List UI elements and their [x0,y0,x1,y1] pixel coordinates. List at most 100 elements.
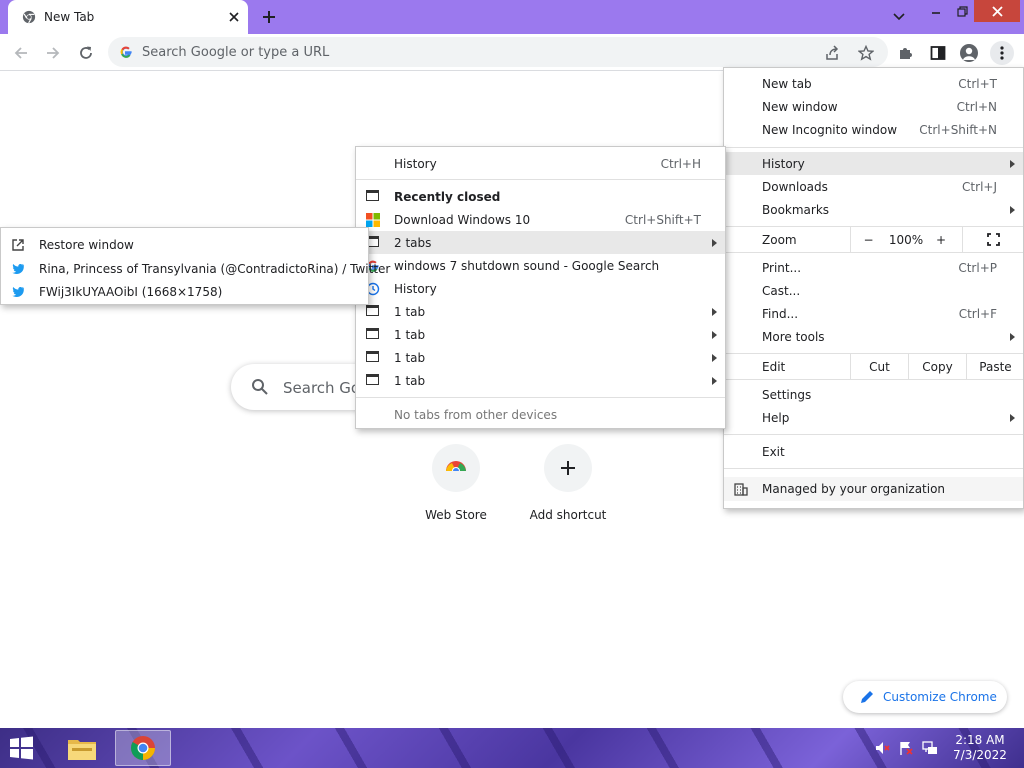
submenu-arrow-icon [712,239,717,247]
windows-taskbar: 2:18 AM 7/3/2022 [0,728,1024,768]
window-icon [366,190,380,204]
window-icon [366,328,380,342]
shortcut-add[interactable]: Add shortcut [512,442,624,534]
submenu-arrow-icon [1010,414,1015,422]
menu-item-history[interactable]: History [724,152,1023,175]
history-item-history-page[interactable]: History [356,277,725,300]
zoom-in-button[interactable]: + [926,227,956,252]
puzzle-icon[interactable] [894,41,918,65]
taskbar-clock[interactable]: 2:18 AM 7/3/2022 [948,733,1012,763]
clock-time: 2:18 AM [955,733,1005,747]
twitter-icon [12,263,25,275]
close-tab-icon[interactable] [224,7,244,27]
history-item-1-tab[interactable]: 1 tab [356,346,725,369]
window-icon [366,305,380,319]
history-item-history[interactable]: History Ctrl+H [356,152,725,175]
shortcut-label: Web Store [425,508,487,522]
start-button[interactable] [6,734,40,764]
submenu-arrow-icon [712,354,717,362]
menu-item-incognito[interactable]: New Incognito window Ctrl+Shift+N [724,118,1023,141]
customize-label: Customize Chrome [883,690,997,704]
share-icon[interactable] [822,42,844,64]
close-window-button[interactable] [974,0,1020,22]
history-item-1-tab[interactable]: 1 tab [356,323,725,346]
history-submenu: History Ctrl+H Recently closed Download … [355,146,726,429]
menu-item-more-tools[interactable]: More tools [724,325,1023,348]
tab-search-icon[interactable] [884,6,914,28]
history-item-1-tab[interactable]: 1 tab [356,300,725,323]
menu-item-downloads[interactable]: Downloads Ctrl+J [724,175,1023,198]
building-icon [734,483,748,496]
side-panel-icon[interactable] [926,41,950,65]
paste-button[interactable]: Paste [966,354,1024,379]
menu-item-new-tab[interactable]: New tab Ctrl+T [724,72,1023,95]
flag-icon[interactable] [898,740,914,756]
copy-button[interactable]: Copy [908,354,966,379]
new-tab-button[interactable] [258,6,280,28]
network-icon[interactable] [922,740,938,756]
file-explorer-taskbar-item[interactable] [54,730,110,766]
tab-item-twitter-rina[interactable]: Rina, Princess of Transylvania (@Contrad… [1,257,390,280]
menu-edit-row: Edit Cut Copy Paste [724,354,1023,379]
tab-title: New Tab [44,10,95,24]
star-icon[interactable] [855,42,877,64]
menu-item-cast[interactable]: Cast... [724,279,1023,302]
restore-button[interactable] [950,0,974,22]
back-arrow-icon[interactable] [8,40,34,66]
zoom-out-button[interactable]: − [850,227,886,252]
submenu-arrow-icon [712,308,717,316]
chrome-main-menu: New tab Ctrl+T New window Ctrl+N New Inc… [723,67,1024,509]
fullscreen-icon[interactable] [962,227,1024,252]
recently-closed-header: Recently closed [356,185,725,208]
shortcut-web-store[interactable]: Web Store [400,442,512,534]
toolbar: Search Google or type a URL [0,34,1024,71]
submenu-arrow-icon [712,377,717,385]
open-in-new-icon [12,239,24,251]
reload-icon[interactable] [73,40,99,66]
omnibox[interactable]: Search Google or type a URL [108,37,888,67]
clock-date: 7/3/2022 [953,748,1007,762]
cut-button[interactable]: Cut [850,354,908,379]
browser-tab[interactable]: New Tab [8,0,248,34]
kebab-menu-icon[interactable] [990,41,1014,65]
twitter-icon [12,286,25,298]
chrome-taskbar-item[interactable] [115,730,171,766]
tabs-submenu: Restore window Rina, Princess of Transyl… [0,227,390,305]
windows-logo-icon [366,213,380,227]
avatar-icon[interactable] [957,41,981,65]
plus-icon [561,461,575,475]
menu-item-managed[interactable]: Managed by your organization [724,477,1023,501]
customize-chrome-button[interactable]: Customize Chrome [843,681,1007,713]
history-item-2-tabs[interactable]: 2 tabs [356,231,725,254]
window-icon [366,374,380,388]
menu-item-exit[interactable]: Exit [724,440,1023,463]
shortcut-label: Add shortcut [529,508,607,522]
menu-item-find[interactable]: Find... Ctrl+F [724,302,1023,325]
tab-item-twitter-image[interactable]: FWij3IkUYAAOibI (1668×1758) [1,280,368,303]
menu-item-new-window[interactable]: New window Ctrl+N [724,95,1023,118]
web-store-icon [444,461,468,477]
edit-label: Edit [762,360,786,374]
menu-item-print[interactable]: Print... Ctrl+P [724,256,1023,279]
submenu-arrow-icon [712,331,717,339]
forward-arrow-icon[interactable] [40,40,66,66]
history-item-google-search[interactable]: windows 7 shutdown sound - Google Search [356,254,725,277]
menu-zoom-row: Zoom − 100% + [724,227,1023,252]
submenu-arrow-icon [1010,160,1015,168]
search-icon [252,379,268,395]
chrome-icon [131,736,155,761]
google-g-icon [120,46,132,58]
menu-item-bookmarks[interactable]: Bookmarks [724,198,1023,221]
submenu-arrow-icon [1010,206,1015,214]
history-item-download-windows[interactable]: Download Windows 10 Ctrl+Shift+T [356,208,725,231]
zoom-label: Zoom [762,233,797,247]
volume-muted-icon[interactable] [874,740,890,756]
menu-item-help[interactable]: Help [724,406,1023,429]
submenu-arrow-icon [1010,333,1015,341]
menu-item-settings[interactable]: Settings [724,383,1023,406]
history-item-1-tab[interactable]: 1 tab [356,369,725,392]
minimize-button[interactable] [922,0,950,22]
restore-window-item[interactable]: Restore window [1,233,368,256]
zoom-level: 100% [888,232,924,247]
no-tabs-other-devices: No tabs from other devices [394,408,558,422]
